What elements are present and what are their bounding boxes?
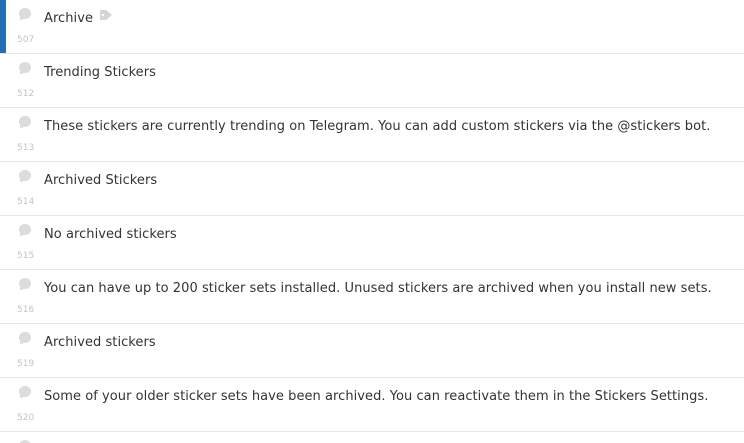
item-label: Some of your older sticker sets have bee…: [44, 389, 709, 404]
item-id: 512: [17, 89, 35, 99]
list-item[interactable]: Archived Stickers 514: [0, 162, 744, 216]
item-label: These stickers are currently trending on…: [44, 119, 711, 134]
item-label: No archived stickers: [44, 227, 177, 242]
comment-bubble-icon[interactable]: [19, 386, 31, 398]
comment-bubble-icon[interactable]: [19, 170, 31, 182]
comment-bubble-icon[interactable]: [19, 332, 31, 344]
string-list: Archive 507 Trending Stickers 512 These …: [0, 0, 744, 443]
list-item[interactable]: No archived stickers 515: [0, 216, 744, 270]
item-id: 513: [17, 143, 35, 153]
item-label: Trending Stickers: [44, 65, 156, 80]
item-label: Archived Stickers: [44, 173, 158, 188]
item-label: You can have up to 200 sticker sets inst…: [44, 281, 712, 296]
list-item[interactable]: Archive 507: [0, 0, 744, 54]
comment-bubble-icon[interactable]: [19, 224, 31, 236]
list-item[interactable]: These stickers are currently trending on…: [0, 108, 744, 162]
item-label: Archive: [44, 11, 93, 26]
item-id: 516: [17, 305, 35, 315]
tag-icon: [99, 9, 113, 25]
item-label: Archived stickers: [44, 335, 156, 350]
selected-indicator: [0, 0, 6, 53]
list-item[interactable]: Trending Stickers 512: [0, 54, 744, 108]
item-id: 514: [17, 197, 35, 207]
item-id: 507: [17, 35, 35, 45]
list-item-partial[interactable]: [0, 432, 744, 443]
item-id: 520: [17, 413, 35, 423]
item-id: 515: [17, 251, 35, 261]
list-item[interactable]: Some of your older sticker sets have bee…: [0, 378, 744, 432]
comment-bubble-icon[interactable]: [19, 116, 31, 128]
comment-bubble-icon[interactable]: [19, 62, 31, 74]
item-id: 519: [17, 359, 35, 369]
list-item[interactable]: You can have up to 200 sticker sets inst…: [0, 270, 744, 324]
comment-bubble-icon[interactable]: [19, 8, 31, 20]
item-text: Archive: [44, 9, 113, 26]
list-item[interactable]: Archived stickers 519: [0, 324, 744, 378]
comment-bubble-icon[interactable]: [19, 278, 31, 290]
